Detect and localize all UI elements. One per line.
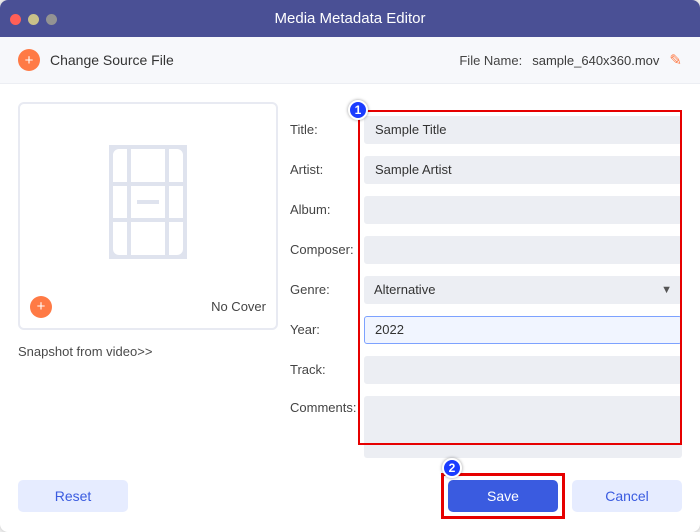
snapshot-from-video-link[interactable]: Snapshot from video>>	[18, 344, 278, 359]
main-body: + No Cover Snapshot from video>> 1 Title…	[0, 84, 700, 470]
genre-value: Alternative	[374, 282, 435, 297]
cover-column: + No Cover Snapshot from video>>	[18, 102, 278, 470]
reset-button[interactable]: Reset	[18, 480, 128, 512]
album-label: Album:	[290, 202, 364, 217]
toolbar: + Change Source File File Name: sample_6…	[0, 37, 700, 84]
composer-input[interactable]	[364, 236, 682, 264]
title-label: Title:	[290, 122, 364, 137]
composer-label: Composer:	[290, 242, 364, 257]
comments-label: Comments:	[290, 396, 364, 415]
title-input[interactable]	[364, 116, 682, 144]
album-input[interactable]	[364, 196, 682, 224]
track-input[interactable]	[364, 356, 682, 384]
track-label: Track:	[290, 362, 364, 377]
artist-input[interactable]	[364, 156, 682, 184]
cancel-button[interactable]: Cancel	[572, 480, 682, 512]
filename-section: File Name: sample_640x360.mov ✎	[459, 51, 682, 69]
close-window-icon[interactable]	[10, 14, 21, 25]
chevron-down-icon: ▼	[661, 284, 672, 296]
footer: Reset 2 Save Cancel	[0, 470, 700, 532]
add-cover-button[interactable]: +	[30, 296, 52, 318]
window-title: Media Metadata Editor	[0, 10, 700, 27]
change-source-button[interactable]: + Change Source File	[18, 49, 174, 71]
app-window: Media Metadata Editor + Change Source Fi…	[0, 0, 700, 532]
maximize-window-icon[interactable]	[46, 14, 57, 25]
cover-panel: + No Cover	[18, 102, 278, 330]
filename-label: File Name:	[459, 53, 522, 68]
edit-filename-icon[interactable]: ✎	[669, 51, 682, 69]
cover-placeholder-icon	[30, 114, 266, 290]
genre-select[interactable]: Alternative ▼	[364, 276, 682, 304]
year-label: Year:	[290, 322, 364, 337]
filename-value: sample_640x360.mov	[532, 53, 659, 68]
minimize-window-icon[interactable]	[28, 14, 39, 25]
annotation-badge-2: 2	[442, 458, 462, 478]
year-input[interactable]	[364, 316, 682, 344]
genre-label: Genre:	[290, 282, 364, 297]
window-controls	[10, 14, 57, 25]
metadata-form: 1 Title: Artist: Album: Composer: Genre:	[290, 102, 682, 470]
artist-label: Artist:	[290, 162, 364, 177]
plus-icon: +	[18, 49, 40, 71]
annotation-badge-1: 1	[348, 100, 368, 120]
save-button[interactable]: Save	[448, 480, 558, 512]
change-source-label: Change Source File	[50, 52, 174, 68]
comments-input[interactable]	[364, 396, 682, 458]
title-bar: Media Metadata Editor	[0, 0, 700, 37]
no-cover-label: No Cover	[211, 299, 266, 314]
